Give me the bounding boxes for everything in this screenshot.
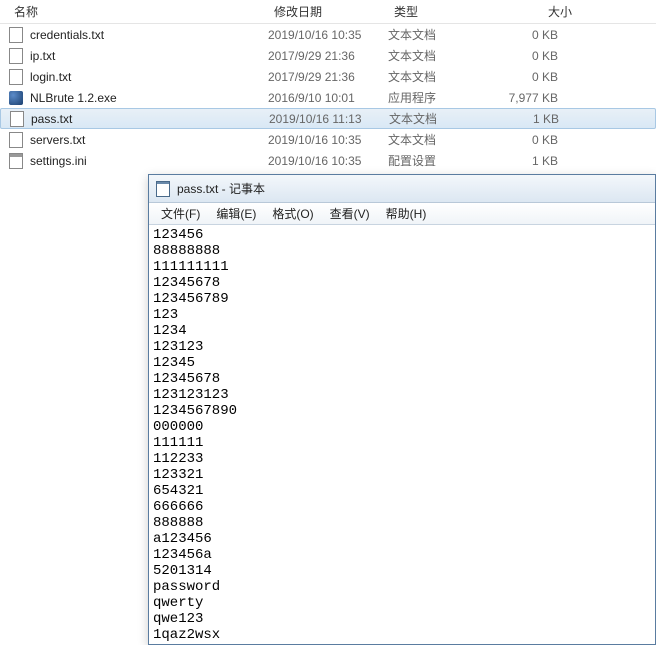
file-size: 0 KB <box>498 49 578 63</box>
file-date: 2019/10/16 10:35 <box>268 154 388 168</box>
file-name: login.txt <box>30 70 71 84</box>
file-name-cell: ip.txt <box>8 48 268 64</box>
file-name-cell: NLBrute 1.2.exe <box>8 90 268 106</box>
file-row[interactable]: settings.ini 2019/10/16 10:35配置设置1 KB <box>0 150 656 171</box>
file-row[interactable]: servers.txt 2019/10/16 10:35文本文档0 KB <box>0 129 656 150</box>
menu-file[interactable]: 文件(F) <box>153 203 208 224</box>
file-type: 文本文档 <box>388 131 498 148</box>
file-size: 0 KB <box>498 70 578 84</box>
file-name-cell: settings.ini <box>8 153 268 169</box>
file-explorer: 名称 修改日期 类型 大小 credentials.txt 2019/10/16 … <box>0 0 656 171</box>
txt-icon <box>8 69 24 85</box>
menu-view[interactable]: 查看(V) <box>322 203 378 224</box>
header-date[interactable]: 修改日期 <box>268 0 388 24</box>
file-type: 文本文档 <box>389 110 499 127</box>
file-name-cell: servers.txt <box>8 132 268 148</box>
file-row[interactable]: pass.txt 2019/10/16 11:13文本文档1 KB <box>0 108 656 129</box>
file-date: 2019/10/16 10:35 <box>268 133 388 147</box>
column-headers: 名称 修改日期 类型 大小 <box>0 0 656 24</box>
file-name: ip.txt <box>30 49 55 63</box>
file-row[interactable]: NLBrute 1.2.exe 2016/9/10 10:01应用程序7,977 … <box>0 87 656 108</box>
file-size: 7,977 KB <box>498 91 578 105</box>
menu-edit[interactable]: 编辑(E) <box>208 203 264 224</box>
file-date: 2019/10/16 10:35 <box>268 28 388 42</box>
file-type: 应用程序 <box>388 89 498 106</box>
file-name: credentials.txt <box>30 28 104 42</box>
notepad-titlebar[interactable]: pass.txt - 记事本 <box>149 175 655 203</box>
file-name: NLBrute 1.2.exe <box>30 91 117 105</box>
file-type: 文本文档 <box>388 26 498 43</box>
file-row[interactable]: ip.txt 2017/9/29 21:36文本文档0 KB <box>0 45 656 66</box>
menu-help[interactable]: 帮助(H) <box>378 203 435 224</box>
file-name-cell: credentials.txt <box>8 27 268 43</box>
exe-icon <box>8 90 24 106</box>
menu-format[interactable]: 格式(O) <box>264 203 321 224</box>
file-name-cell: login.txt <box>8 69 268 85</box>
file-list: credentials.txt2019/10/16 10:35文本文档0 KBi… <box>0 24 656 171</box>
file-date: 2019/10/16 11:13 <box>269 112 389 126</box>
file-date: 2017/9/29 21:36 <box>268 49 388 63</box>
notepad-title: pass.txt - 记事本 <box>177 180 265 197</box>
header-size[interactable]: 大小 <box>498 0 578 24</box>
file-date: 2016/9/10 10:01 <box>268 91 388 105</box>
txt-icon <box>8 48 24 64</box>
notepad-window: pass.txt - 记事本 文件(F) 编辑(E) 格式(O) 查看(V) 帮… <box>148 174 656 645</box>
file-name: pass.txt <box>31 112 72 126</box>
notepad-content[interactable]: 123456 88888888 111111111 12345678 12345… <box>149 225 655 644</box>
txt-icon <box>8 132 24 148</box>
file-row[interactable]: credentials.txt 2019/10/16 10:35文本文档0 KB <box>0 24 656 45</box>
txt-icon <box>9 111 25 127</box>
header-name[interactable]: 名称 <box>8 0 268 24</box>
file-size: 0 KB <box>498 28 578 42</box>
file-name: settings.ini <box>30 154 87 168</box>
file-type: 配置设置 <box>388 152 498 169</box>
file-row[interactable]: login.txt 2017/9/29 21:36文本文档0 KB <box>0 66 656 87</box>
notepad-icon <box>155 181 171 197</box>
file-type: 文本文档 <box>388 47 498 64</box>
txt-icon <box>8 27 24 43</box>
notepad-menubar: 文件(F) 编辑(E) 格式(O) 查看(V) 帮助(H) <box>149 203 655 225</box>
file-size: 1 KB <box>498 154 578 168</box>
file-size: 0 KB <box>498 133 578 147</box>
ini-icon <box>8 153 24 169</box>
file-type: 文本文档 <box>388 68 498 85</box>
header-type[interactable]: 类型 <box>388 0 498 24</box>
file-name-cell: pass.txt <box>9 111 269 127</box>
file-name: servers.txt <box>30 133 85 147</box>
file-date: 2017/9/29 21:36 <box>268 70 388 84</box>
file-size: 1 KB <box>499 112 579 126</box>
